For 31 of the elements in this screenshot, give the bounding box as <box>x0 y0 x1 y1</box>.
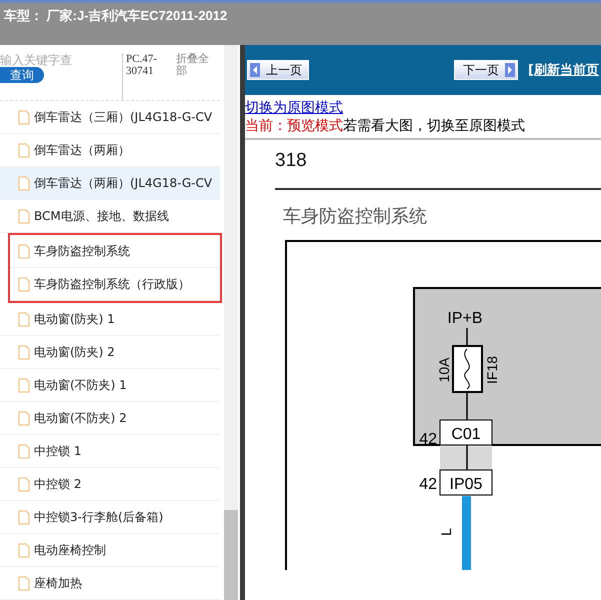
left-arrow-icon <box>250 63 260 77</box>
prev-page-button[interactable]: 上一页 <box>247 60 309 80</box>
document-icon <box>18 444 30 458</box>
document-icon <box>18 378 30 392</box>
document-icon <box>18 208 30 224</box>
document-icon <box>18 176 30 190</box>
collapse-all-link[interactable]: 折叠全部 <box>176 53 216 100</box>
document-icon <box>18 510 30 524</box>
tree-item[interactable]: 倒车雷达（两厢）(JL4G18-G-CV <box>0 167 220 200</box>
document-icon <box>18 110 30 124</box>
code-label: PC.47-30741 <box>122 53 172 100</box>
document-icon <box>18 476 30 492</box>
wiring-diagram: IP+B 10A IF18 42 C01 42 IP05 L <box>285 240 601 570</box>
document-icon <box>18 576 30 590</box>
document-icon <box>18 410 30 426</box>
document-icon <box>18 344 30 360</box>
page-number: 318 <box>275 150 308 172</box>
mode-text: 当前：预览模式若需看大图，切换至原图模式 <box>245 117 526 135</box>
document-icon <box>18 312 30 326</box>
refresh-link[interactable]: [刷新当前页 <box>528 61 599 79</box>
document-icon <box>18 244 30 258</box>
right-arrow-icon <box>505 63 516 77</box>
scrollbar-thumb[interactable] <box>224 510 238 600</box>
section-heading: 车身防盗控制系统 <box>283 205 428 228</box>
next-page-button[interactable]: 下一页 <box>454 60 518 80</box>
document-icon <box>18 542 30 558</box>
switch-mode-link[interactable]: 切换为原图模式 <box>245 100 343 116</box>
document-icon <box>18 142 30 158</box>
search-button[interactable]: 查询 <box>0 67 44 83</box>
document-icon <box>18 276 30 292</box>
window-title: 车型： 厂家:J-吉利汽车EC72011-2012 <box>3 7 228 25</box>
